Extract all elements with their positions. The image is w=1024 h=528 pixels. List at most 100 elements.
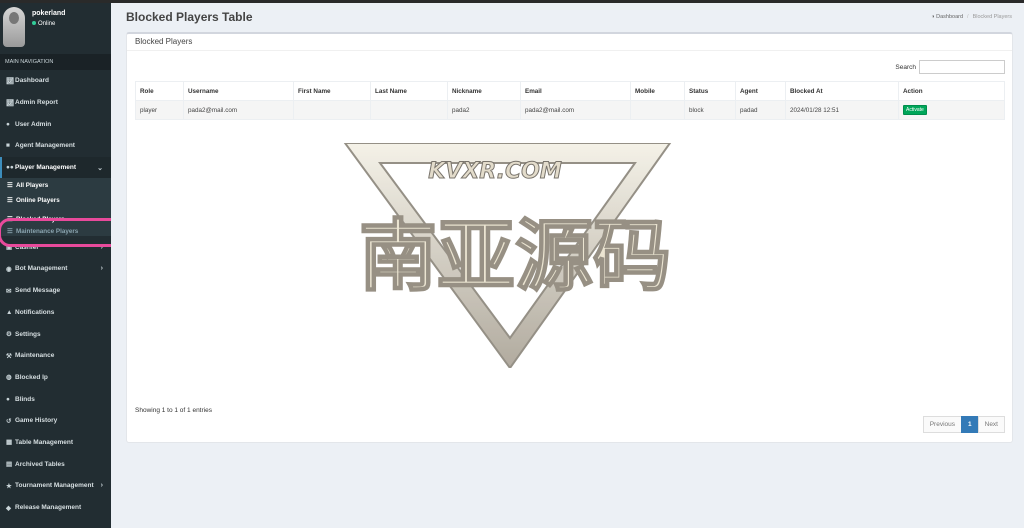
- sidebar-item-send-message[interactable]: ✉ Send Message: [0, 280, 111, 302]
- users-icon: ●●: [6, 164, 14, 172]
- user-status: Online: [32, 21, 55, 27]
- sidebar-item-label: Maintenance: [15, 352, 55, 360]
- sidebar-item-agent-management[interactable]: ■ Agent Management: [0, 135, 111, 157]
- history-icon: ↺: [6, 417, 12, 425]
- message-icon: ✉: [6, 287, 12, 295]
- sidebar: pokerland Online MAIN NAVIGATION 📈︎ Dashb…: [0, 3, 111, 528]
- sidebar-item-user-admin[interactable]: ● User Admin: [0, 113, 111, 135]
- gear-icon: ⚙: [6, 331, 12, 339]
- cell-nickname: pada2: [447, 100, 521, 120]
- submenu-item-label: Maintenance Players: [16, 228, 79, 236]
- bot-icon: ◉: [6, 265, 12, 273]
- blinds-icon: ●: [6, 395, 10, 403]
- search-label: Search: [895, 63, 916, 71]
- player-submenu: ☰ All Players ☰ Online Players ☰ Blocked Pl…: [0, 178, 111, 237]
- sidebar-item-label: Cashier: [15, 243, 39, 251]
- sidebar-item-tournament-management[interactable]: ★ Tournament Management ›: [0, 475, 111, 497]
- block-icon: ◍: [6, 374, 12, 382]
- user-name: pokerland: [32, 10, 66, 17]
- sidebar-item-label: Blocked Ip: [15, 373, 48, 381]
- activate-button[interactable]: Activate: [903, 105, 927, 115]
- breadcrumb-separator: /: [967, 14, 969, 20]
- cell-agent: padad: [735, 100, 786, 120]
- cell-email: pada2@mail.com: [520, 100, 631, 120]
- search-input[interactable]: [919, 60, 1005, 74]
- sidebar-item-table-management[interactable]: ▦ Table Management: [0, 432, 111, 454]
- blocked-players-box: Blocked Players Search Role Username Fir…: [126, 32, 1013, 443]
- chart-icon: 📈︎: [6, 77, 15, 85]
- column-header[interactable]: Agent: [735, 81, 786, 101]
- chevron-down-icon: ⌄: [97, 164, 103, 172]
- column-header[interactable]: Last Name: [370, 81, 448, 101]
- list-icon: ☰: [7, 228, 13, 236]
- column-header[interactable]: Role: [135, 81, 184, 101]
- column-header[interactable]: First Name: [293, 81, 371, 101]
- cell-username: pada2@mail.com: [183, 100, 294, 120]
- sidebar-item-dashboard[interactable]: 📈︎ Dashboard: [0, 70, 111, 92]
- sidebar-item-bot-management[interactable]: ◉ Bot Management ›: [0, 258, 111, 280]
- submenu-item-maintenance-players[interactable]: ☰ Maintenance Players: [0, 227, 111, 236]
- column-header[interactable]: Status: [684, 81, 736, 101]
- sidebar-item-settings[interactable]: ⚙ Settings: [0, 323, 111, 345]
- trophy-icon: ★: [6, 482, 12, 490]
- submenu-item-online-players[interactable]: ☰ Online Players: [0, 193, 111, 208]
- submenu-item-blocked-players[interactable]: ☰ Blocked Players: [0, 212, 111, 227]
- sidebar-item-game-history[interactable]: ↺ Game History: [0, 410, 111, 432]
- cell-first-name: [293, 100, 371, 120]
- sidebar-item-label: Archived Tables: [15, 460, 65, 468]
- page-1-button[interactable]: 1: [961, 416, 979, 433]
- breadcrumb-dashboard[interactable]: Dashboard: [936, 14, 963, 20]
- column-header[interactable]: Nickname: [447, 81, 521, 101]
- list-icon: ☰: [7, 182, 13, 190]
- agent-icon: ■: [6, 142, 10, 150]
- sidebar-item-label: Agent Management: [15, 142, 75, 150]
- sidebar-item-label: Notifications: [15, 308, 55, 316]
- sidebar-item-archived-tables[interactable]: ▤ Archived Tables: [0, 453, 111, 475]
- avatar: [3, 7, 25, 47]
- submenu-item-label: Blocked Players: [16, 216, 65, 224]
- sidebar-item-release-management[interactable]: ◆ Release Management: [0, 497, 111, 519]
- submenu-item-all-players[interactable]: ☰ All Players: [0, 178, 111, 193]
- column-header[interactable]: Blocked At: [785, 81, 899, 101]
- cell-mobile: [630, 100, 685, 120]
- column-header[interactable]: Action: [898, 81, 1005, 101]
- cell-blocked-at: 2024/01/28 12:51: [785, 100, 899, 120]
- next-button[interactable]: Next: [977, 416, 1005, 433]
- table-icon: ▦: [6, 439, 13, 447]
- chevron-right-icon: ›: [100, 265, 103, 273]
- list-icon: ☰: [7, 216, 13, 224]
- sidebar-item-label: Blinds: [15, 395, 35, 403]
- search-area: Search: [895, 60, 1005, 74]
- sidebar-item-cashier[interactable]: ▣ Cashier ›: [0, 236, 111, 258]
- blocked-players-table: Role Username First Name Last Name Nickn…: [135, 81, 1005, 120]
- column-header[interactable]: Mobile: [630, 81, 685, 101]
- sidebar-item-admin-report[interactable]: 📈︎ Admin Report: [0, 92, 111, 114]
- column-header[interactable]: Username: [183, 81, 294, 101]
- sidebar-item-notifications[interactable]: ▲ Notifications: [0, 302, 111, 324]
- sidebar-item-label: Settings: [15, 330, 41, 338]
- bell-icon: ▲: [6, 308, 13, 316]
- release-icon: ◆: [6, 504, 11, 512]
- online-dot-icon: [32, 21, 36, 26]
- sidebar-item-maintenance[interactable]: ⚒ Maintenance: [0, 345, 111, 367]
- table-info: Showing 1 to 1 of 1 entries: [135, 407, 212, 414]
- previous-button[interactable]: Previous: [922, 416, 962, 433]
- column-header[interactable]: Email: [520, 81, 631, 101]
- sidebar-item-label: User Admin: [15, 120, 52, 128]
- cell-role: player: [135, 100, 184, 120]
- page-title: Blocked Players Table: [126, 10, 253, 24]
- main-content: Blocked Players Table ◑ Dashboard / Blocke…: [111, 3, 1024, 528]
- sidebar-item-label: Release Management: [15, 504, 82, 512]
- wrench-icon: ⚒: [6, 352, 12, 360]
- pagination: Previous 1 Next: [922, 416, 1005, 433]
- archive-icon: ▤: [6, 461, 13, 469]
- user-panel: pokerland Online: [0, 3, 111, 54]
- sidebar-item-player-management[interactable]: ●● Player Management ⌄: [0, 156, 111, 179]
- sidebar-item-blinds[interactable]: ● Blinds: [0, 388, 111, 410]
- cashier-icon: ▣: [6, 244, 13, 252]
- submenu-item-label: Online Players: [16, 197, 60, 205]
- sidebar-item-blocked-ip[interactable]: ◍ Blocked Ip: [0, 367, 111, 389]
- user-status-label: Online: [38, 21, 56, 27]
- sidebar-item-label: Bot Management: [15, 265, 68, 273]
- chevron-right-icon: ›: [100, 482, 103, 490]
